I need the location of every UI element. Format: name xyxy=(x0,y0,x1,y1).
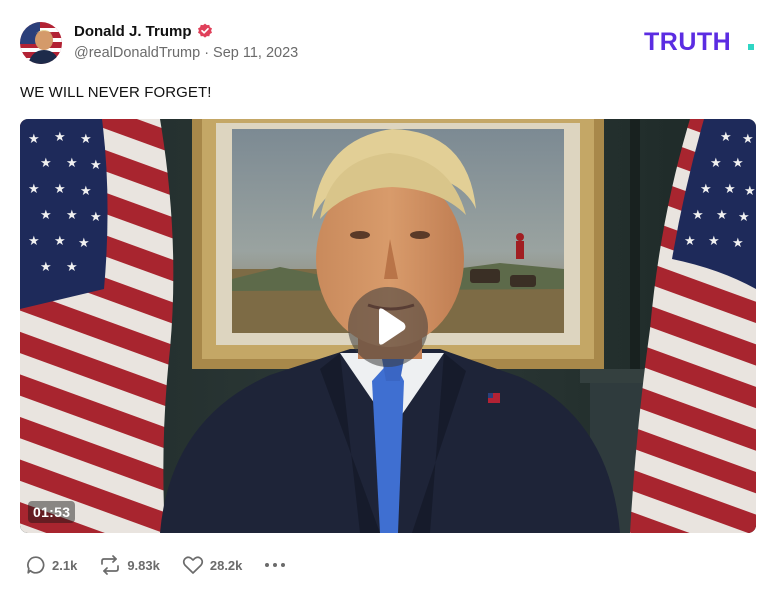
svg-text:★: ★ xyxy=(710,156,722,171)
svg-text:★: ★ xyxy=(54,182,66,197)
video-duration: 01:53 xyxy=(28,501,76,523)
author-name[interactable]: Donald J. Trump xyxy=(74,23,192,40)
reply-button[interactable]: 2.1k xyxy=(26,555,77,575)
svg-text:★: ★ xyxy=(54,234,66,249)
play-button[interactable] xyxy=(348,287,428,367)
svg-text:★: ★ xyxy=(744,184,756,199)
retruth-icon xyxy=(101,555,120,575)
like-button[interactable]: 28.2k xyxy=(182,555,243,575)
post-text: WE WILL NEVER FORGET! xyxy=(20,84,212,101)
svg-text:★: ★ xyxy=(28,132,40,147)
svg-text:★: ★ xyxy=(732,236,744,251)
avatar[interactable] xyxy=(20,22,62,64)
svg-text:★: ★ xyxy=(742,132,754,147)
svg-text:★: ★ xyxy=(738,210,750,225)
like-icon xyxy=(182,556,203,574)
svg-text:★: ★ xyxy=(684,234,696,249)
verified-badge-icon xyxy=(197,23,213,39)
reply-icon xyxy=(27,556,45,574)
svg-text:★: ★ xyxy=(708,234,720,249)
truth-logo-text: TRUTH xyxy=(644,28,731,54)
retruth-count: 9.83k xyxy=(127,557,160,573)
svg-text:★: ★ xyxy=(692,208,704,223)
svg-text:★: ★ xyxy=(90,158,102,173)
svg-text:★: ★ xyxy=(40,156,52,171)
video-player[interactable]: ★ ★ ★ ★ ★ ★ ★ ★ ★ ★ ★ ★ ★ ★ ★ ★ ★ ★ ★ ★ ★ ★ ★ ★ ★ ★ ★ ★ ★ ★ xyxy=(20,119,756,533)
post-actions: 2.1k 9.83k 28.2k xyxy=(26,552,286,578)
svg-text:★: ★ xyxy=(54,130,66,145)
meta-separator: · xyxy=(204,45,210,61)
svg-text:★: ★ xyxy=(28,182,40,197)
svg-text:★: ★ xyxy=(724,182,736,197)
more-icon xyxy=(265,563,286,567)
truth-logo[interactable]: TRUTH xyxy=(644,28,758,56)
svg-text:★: ★ xyxy=(80,132,92,147)
svg-text:★: ★ xyxy=(700,182,712,197)
play-icon xyxy=(379,308,406,345)
svg-text:★: ★ xyxy=(720,130,732,145)
like-count: 28.2k xyxy=(209,557,243,573)
svg-text:★: ★ xyxy=(90,210,102,225)
svg-text:★: ★ xyxy=(40,260,52,275)
svg-text:★: ★ xyxy=(78,236,90,251)
svg-text:★: ★ xyxy=(66,208,78,223)
svg-text:★: ★ xyxy=(40,208,52,223)
post-header: Donald J. Trump @realDonaldTrump · Sep 11,… xyxy=(20,20,760,66)
svg-text:★: ★ xyxy=(716,208,728,223)
post-date[interactable]: Sep 11, 2023 xyxy=(213,45,298,61)
svg-text:★: ★ xyxy=(66,260,78,275)
truth-post: Donald J. Trump @realDonaldTrump · Sep 11,… xyxy=(0,0,777,596)
svg-text:★: ★ xyxy=(732,156,744,171)
svg-text:★: ★ xyxy=(80,184,92,199)
retruth-button[interactable]: 9.83k xyxy=(99,555,160,575)
author-info: Donald J. Trump @realDonaldTrump · Sep 11,… xyxy=(74,21,298,62)
reply-count: 2.1k xyxy=(52,557,78,573)
svg-text:★: ★ xyxy=(66,156,78,171)
more-options-button[interactable] xyxy=(264,561,286,569)
svg-text:★: ★ xyxy=(28,234,40,249)
author-handle[interactable]: @realDonaldTrump xyxy=(74,45,200,61)
post-meta: @realDonaldTrump · Sep 11, 2023 xyxy=(74,45,298,61)
